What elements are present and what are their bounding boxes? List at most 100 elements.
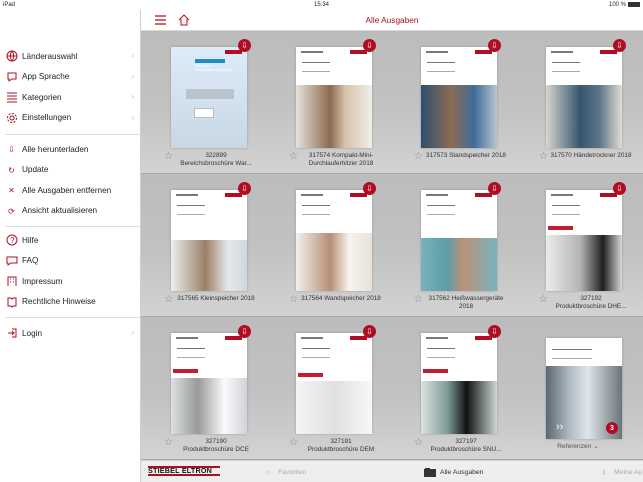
download-button[interactable]: ⇩ (238, 39, 251, 52)
sidebar-item-app-sprache[interactable]: App Sprache › (0, 67, 141, 88)
favorite-star-icon[interactable]: ☆ (289, 152, 299, 162)
catalog-card-327190[interactable]: ⇩ ☆ 327190 Produktbroschüre DCE (141, 317, 265, 460)
download-icon: ⇩ (366, 184, 373, 193)
catalog-card-327197[interactable]: ⇩ ☆ 327197 Produktbroschüre SNU... (391, 317, 515, 460)
sidebar-divider (5, 134, 140, 135)
sink-photo (296, 381, 372, 434)
tab-alle-ausgaben[interactable]: Alle Ausgaben (424, 465, 483, 480)
sidebar-item-label: Länderauswahl (22, 51, 78, 61)
cover-heading (426, 194, 448, 196)
catalog-cover[interactable] (296, 333, 372, 434)
brand-mark (600, 50, 617, 54)
favorite-star-icon[interactable]: ☆ (164, 152, 174, 162)
download-button[interactable]: ⇩ (363, 182, 376, 195)
catalog-cover[interactable] (296, 190, 372, 291)
favorite-star-icon[interactable]: ☆ (289, 438, 299, 448)
red-label (173, 369, 198, 373)
reference-card[interactable]: ›› 3 Referenzen ⌄ (516, 317, 640, 460)
sidebar-item-update[interactable]: ↻ Update (0, 160, 141, 181)
catalog-cover[interactable] (296, 47, 372, 148)
catalog-card-317573[interactable]: ⇩ ☆ 317573 Standspeicher 2018 (391, 31, 515, 174)
sidebar-item-impressum[interactable]: Impressum (0, 271, 141, 292)
tab-meine-ausgaben[interactable]: ⇩ Meine Au (598, 465, 642, 480)
catalog-cover[interactable] (421, 333, 497, 434)
sidebar-item-alle-herunterladen[interactable]: ⇩ Alle herunterladen (0, 139, 141, 160)
catalog-cover[interactable] (421, 47, 497, 148)
catalog-card-317565[interactable]: ⇩ ☆ 317565 Kleinspeicher 2018 (141, 174, 265, 317)
question-icon: ? (5, 234, 18, 247)
sidebar-item-hilfe[interactable]: ? Hilfe (0, 230, 141, 251)
red-label (548, 226, 573, 230)
favorite-star-icon[interactable]: ☆ (164, 295, 174, 305)
favorite-star-icon[interactable]: ☆ (539, 295, 549, 305)
sidebar-item-kategorien[interactable]: Kategorien › (0, 87, 141, 108)
download-button[interactable]: ⇩ (488, 182, 501, 195)
reference-label[interactable]: Referenzen ⌄ (516, 442, 640, 450)
kitchen-photo (171, 378, 247, 434)
favorite-star-icon[interactable]: ☆ (164, 438, 174, 448)
brand-mark (475, 50, 492, 54)
catalog-card-327192[interactable]: ⇩ ☆ 327192 Produktbroschüre DHE... (516, 174, 640, 317)
star-icon: ☆ (264, 469, 272, 477)
sidebar-item-alle-ausgaben-entfernen[interactable]: ✕ Alle Ausgaben entfernen (0, 180, 141, 201)
sidebar-item-label: Alle herunterladen (22, 144, 89, 154)
sidebar-item-label: Impressum (22, 276, 63, 286)
sidebar-item-label: Update (22, 165, 49, 175)
catalog-cover[interactable]: Effiziente Warmwasserlösungen (171, 47, 247, 148)
download-button[interactable]: ⇩ (613, 182, 626, 195)
favorite-star-icon[interactable]: ☆ (414, 295, 424, 305)
download-button[interactable]: ⇩ (238, 325, 251, 338)
catalog-cover[interactable] (546, 47, 622, 148)
sidebar-divider (5, 317, 140, 318)
forward-icon: ›› (556, 421, 564, 433)
catalog-caption: 327192 Produktbroschüre DHE... (555, 295, 627, 310)
sidebar-group-actions: ⇩ Alle herunterladen ↻ Update ✕ Alle Ausgab… (0, 139, 141, 221)
cover-heading (301, 51, 323, 53)
cover-heading (551, 51, 573, 53)
download-button[interactable]: ⇩ (238, 182, 251, 195)
building-icon (5, 275, 18, 288)
catalog-caption: 317570 Händetrockner 2018 (550, 152, 632, 159)
catalog-card-317562[interactable]: ⇩ ☆ 317562 Heißwassergeräte 2018 (391, 174, 515, 317)
book-icon (5, 295, 18, 308)
favorite-star-icon[interactable]: ☆ (539, 152, 549, 162)
sidebar-item-laenderauswahl[interactable]: Länderauswahl › (0, 46, 141, 67)
catalog-cover[interactable] (171, 190, 247, 291)
bathroom-photo (546, 235, 622, 291)
download-button[interactable]: ⇩ (363, 325, 376, 338)
catalog-card-322899[interactable]: Effiziente Warmwasserlösungen ⇩ ☆ 322899… (141, 31, 265, 174)
close-icon: ✕ (8, 186, 15, 196)
brand-mark (350, 336, 367, 340)
favorite-star-icon[interactable]: ☆ (414, 152, 424, 162)
cover-text (177, 205, 205, 215)
catalog-cover[interactable] (171, 333, 247, 434)
brand-mark (475, 336, 492, 340)
tab-favoriten[interactable]: ☆ Favoriten (262, 465, 306, 480)
sidebar-divider (5, 226, 140, 227)
catalog-cover[interactable] (546, 190, 622, 291)
catalog-card-327191[interactable]: ⇩ ☆ 327191 Produktbroschüre DEM (266, 317, 390, 460)
sidebar-item-einstellungen[interactable]: Einstellungen › (0, 108, 141, 129)
sidebar-item-rechtliche-hinweise[interactable]: Rechtliche Hinweise (0, 292, 141, 313)
sidebar-item-faq[interactable]: FAQ (0, 251, 141, 272)
catalog-card-317574[interactable]: ⇩ ☆ 317574 Kompakt-Mini-Durchlauferhitze… (266, 31, 390, 174)
brand-mark (475, 193, 492, 197)
favorite-star-icon[interactable]: ☆ (289, 295, 299, 305)
download-button[interactable]: ⇩ (613, 39, 626, 52)
catalog-caption: 317562 Heißwassergeräte 2018 (428, 295, 504, 310)
download-button[interactable]: ⇩ (488, 39, 501, 52)
download-button[interactable]: ⇩ (488, 325, 501, 338)
sidebar-item-ansicht-aktualisieren[interactable]: ⟳ Ansicht aktualisieren (0, 201, 141, 222)
cover-heading (301, 337, 323, 339)
catalog-cover[interactable] (421, 190, 497, 291)
catalog-card-317564[interactable]: ⇩ ☆ 317564 Wandspeicher 2018 (266, 174, 390, 317)
catalog-card-317570[interactable]: ⇩ ☆ 317570 Händetrockner 2018 (516, 31, 640, 174)
sidebar-group-info: ? Hilfe FAQ Impressum Rechtliche Hinweise (0, 230, 141, 312)
woman-photo (296, 85, 372, 148)
page-title: Alle Ausgaben (365, 15, 419, 25)
favorite-star-icon[interactable]: ☆ (414, 438, 424, 448)
download-button[interactable]: ⇩ (363, 39, 376, 52)
reference-cover[interactable]: ›› 3 (546, 338, 622, 439)
sidebar-item-login[interactable]: Login › (0, 323, 141, 344)
svg-text:?: ? (10, 236, 15, 245)
